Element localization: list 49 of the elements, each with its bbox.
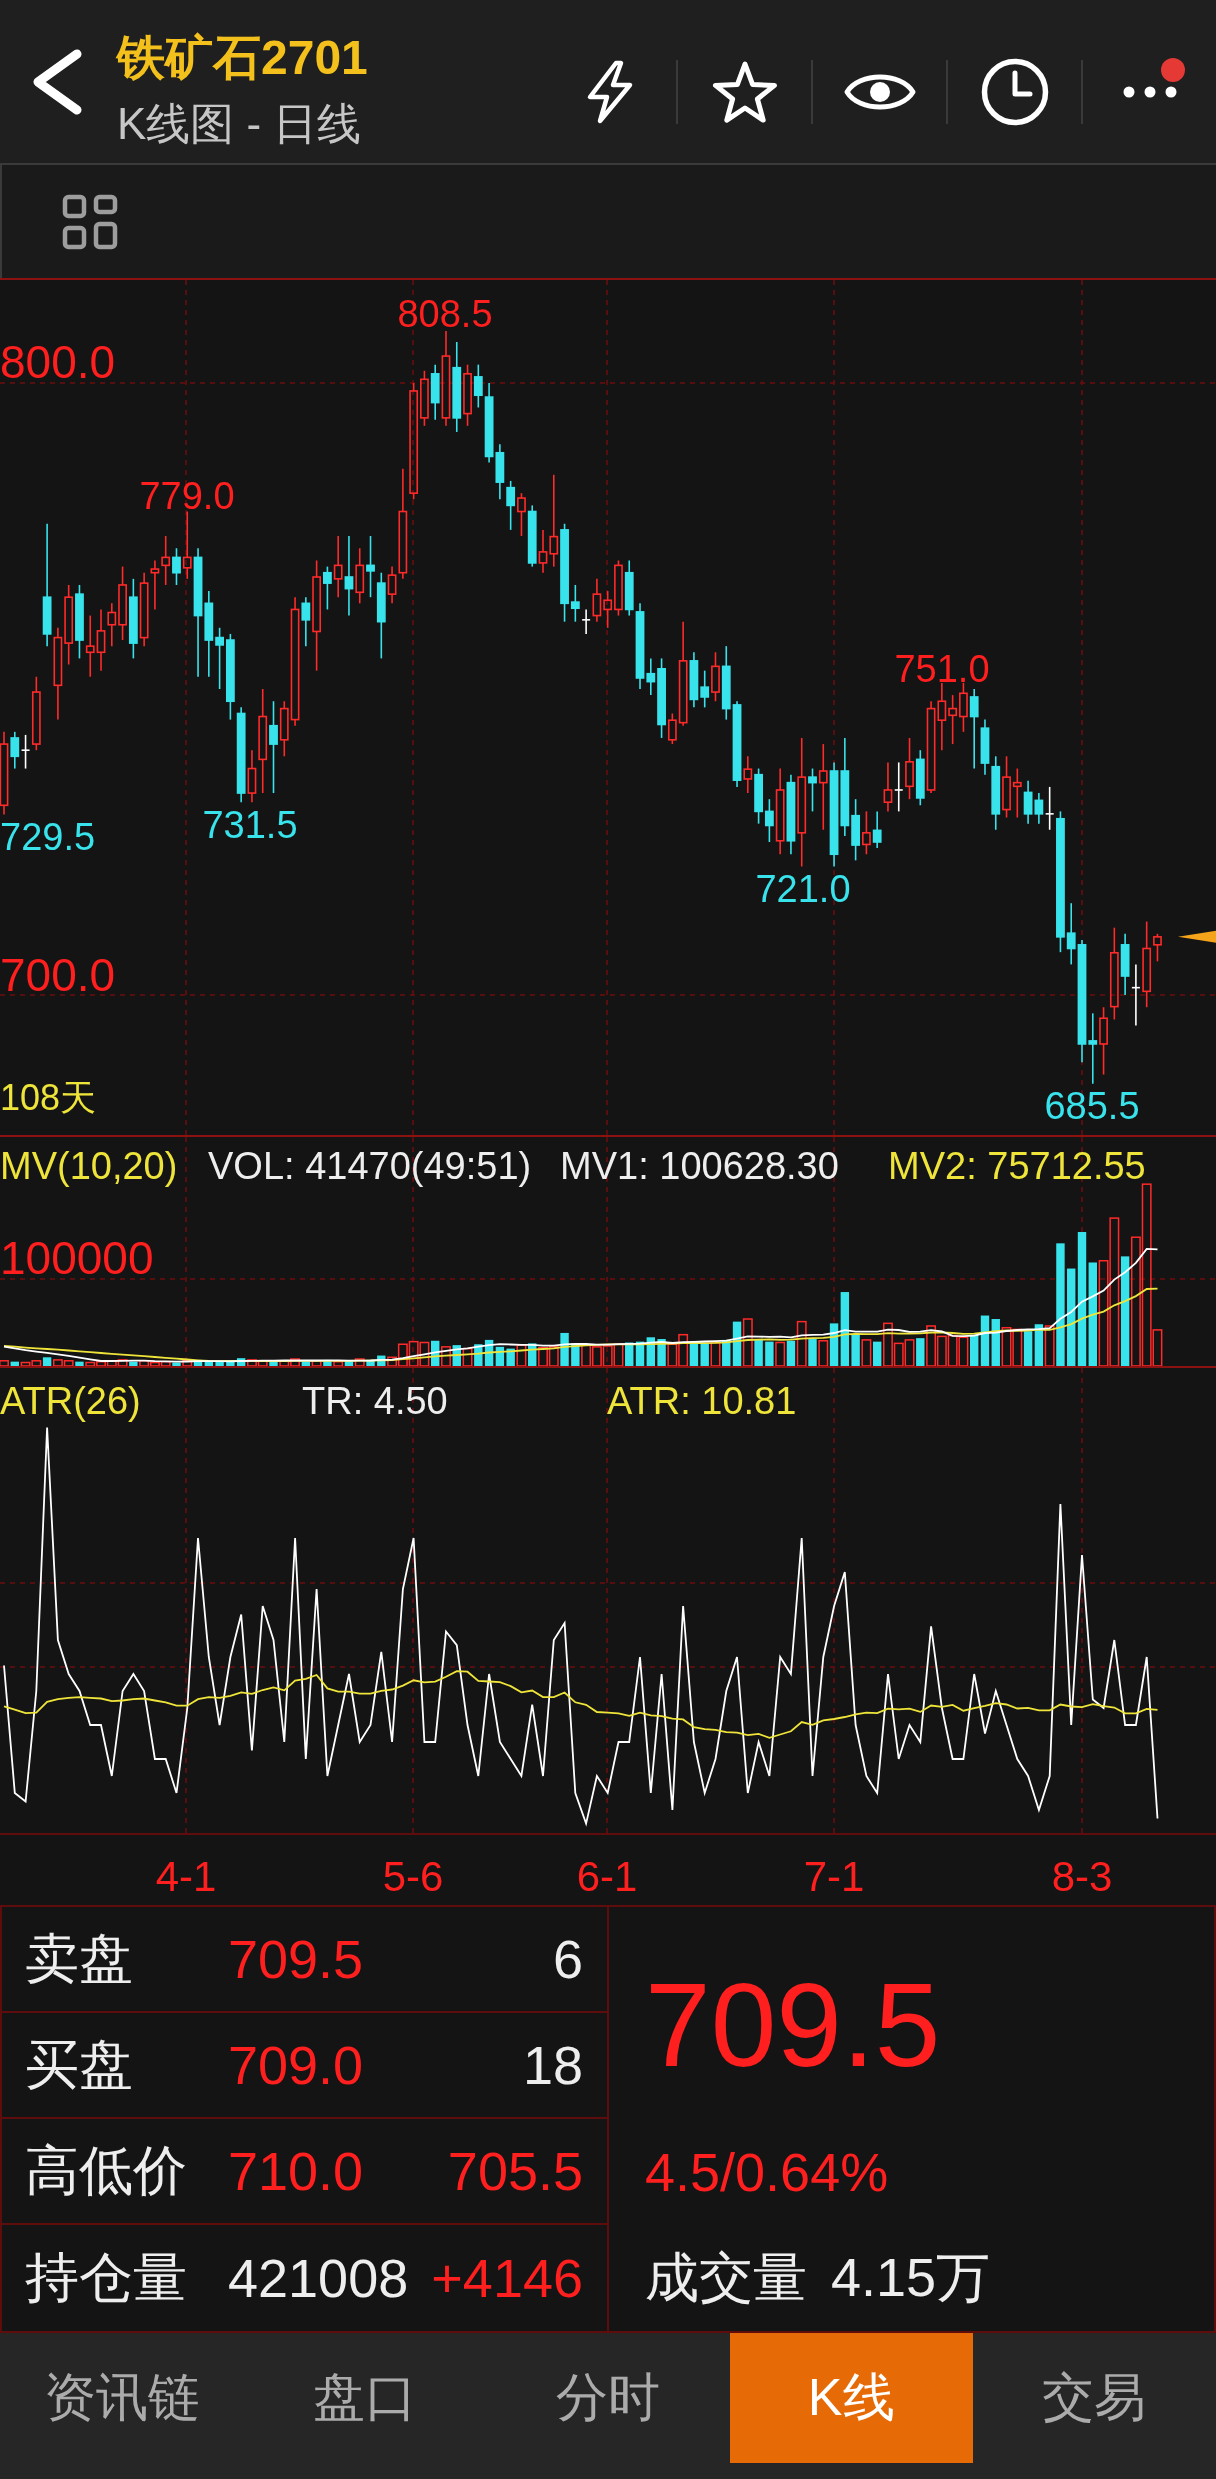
mv1-reading: MV1: 100628.30 (560, 1144, 840, 1188)
quote-label: 高低价 (25, 2138, 188, 2202)
quote-value: 6 (552, 1928, 583, 1990)
quote-label: 买盘 (25, 2032, 134, 2096)
clock-icon[interactable] (980, 58, 1049, 126)
indicator-name: MV(10,20) (0, 1144, 179, 1188)
date-axis-label: 6-1 (576, 1852, 638, 1902)
mv2-reading: MV2: 75712.55 (888, 1144, 1147, 1188)
last-price: 709.5 (645, 1966, 941, 2084)
high-price-label: 751.0 (894, 648, 990, 692)
quote-label: 持仓量 (25, 2245, 188, 2309)
turnover-value: 4.15万 (831, 2245, 991, 2309)
high-price-label: 779.0 (139, 475, 235, 519)
chart-subtitle: K线图 - 日线 (117, 97, 363, 150)
price-axis-label: 700.0 (0, 948, 116, 1002)
more-icon[interactable] (1122, 86, 1177, 98)
tab[interactable]: 交易 (972, 2333, 1216, 2463)
tab[interactable]: 分时 (486, 2333, 730, 2463)
tab[interactable]: 资讯链 (0, 2333, 244, 2463)
quote-value: +4146 (431, 2247, 583, 2309)
volume-reading: VOL: 41470(49:51) (208, 1144, 533, 1188)
quote-value: 421008 (228, 2247, 410, 2309)
low-price-label: 721.0 (755, 868, 851, 912)
price-marker-icon (1178, 930, 1216, 943)
price-axis-label: 800.0 (0, 335, 116, 389)
tr-reading: TR: 4.50 (302, 1379, 449, 1423)
low-price-label: 729.5 (0, 816, 96, 860)
date-axis-label: 8-3 (1051, 1852, 1113, 1902)
atr-reading: ATR: 10.81 (607, 1379, 798, 1423)
quote-value: 18 (522, 2034, 583, 2096)
quote-value: 710.0 (228, 2140, 365, 2202)
day-count-label: 108天 (0, 1077, 97, 1119)
quote-label: 卖盘 (25, 1926, 134, 1990)
layout-grid-icon[interactable] (62, 193, 118, 250)
high-price-label: 808.5 (397, 293, 493, 337)
quote-value: 709.5 (228, 1928, 365, 1990)
date-axis-label: 7-1 (803, 1852, 865, 1902)
indicator-name: ATR(26) (0, 1379, 142, 1423)
date-axis-label: 4-1 (155, 1852, 217, 1902)
price-change: 4.5/0.64% (645, 2141, 889, 2203)
volume-axis-label: 100000 (0, 1231, 154, 1285)
quote-value: 705.5 (447, 2140, 583, 2202)
instrument-title: 铁矿石2701 (117, 29, 368, 86)
tab[interactable]: 盘口 (243, 2333, 487, 2463)
low-price-label: 685.5 (1044, 1085, 1140, 1129)
date-axis-label: 5-6 (382, 1852, 444, 1902)
turnover-label: 成交量 (645, 2245, 807, 2309)
quote-value: 709.0 (228, 2034, 365, 2096)
low-price-label: 731.5 (202, 804, 298, 848)
